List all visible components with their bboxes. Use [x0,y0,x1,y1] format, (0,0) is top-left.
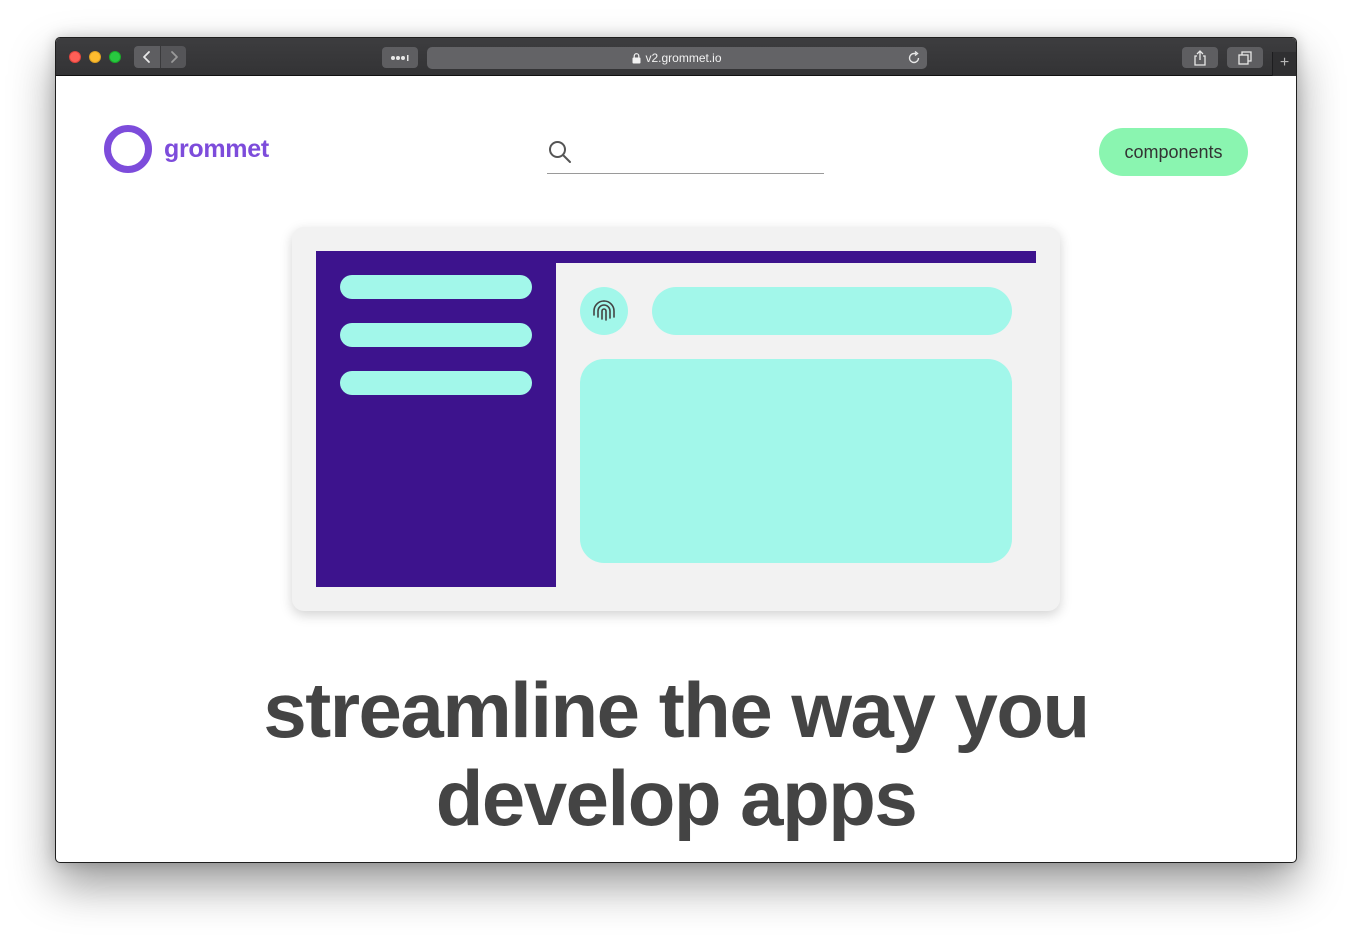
illustration-sidebar [316,251,556,587]
new-tab-button[interactable]: + [1272,52,1296,76]
history-nav [134,46,186,68]
plus-icon: + [1279,54,1290,71]
show-tabs-button[interactable] [1227,47,1263,68]
illustration-sidebar-item [340,323,532,347]
page-content: grommet components streamline the way yo… [56,77,1296,862]
hero-illustration [292,227,1060,611]
illustration-sidebar-item [340,275,532,299]
fingerprint-icon [593,300,615,321]
illustration-avatar [580,287,628,335]
illustration-sidebar-item [340,371,532,395]
illustration-content-box [580,359,1012,563]
search-input[interactable] [581,139,817,169]
reader-button[interactable] [382,47,418,68]
zoom-window-button[interactable] [109,51,121,63]
reload-icon[interactable] [907,51,921,65]
url-text: v2.grommet.io [645,51,722,65]
components-button[interactable]: components [1099,128,1248,176]
search-box[interactable] [547,137,824,174]
grommet-logo-icon [104,125,152,173]
search-icon [549,141,571,163]
address-bar[interactable]: v2.grommet.io [427,47,927,69]
reader-dots-icon [391,54,409,61]
headline-line-2: develop apps [435,754,918,842]
hero-headline: streamline the way you develop apps [56,666,1296,842]
minimize-window-button[interactable] [89,51,101,63]
illustration-header-bar [652,287,1012,335]
chevron-right-icon [170,51,178,63]
browser-toolbar: v2.grommet.io + [56,38,1296,76]
lock-icon [632,52,641,63]
headline-line-1: streamline the way you [263,666,1090,754]
forward-button[interactable] [160,46,186,68]
close-window-button[interactable] [69,51,81,63]
back-button[interactable] [134,46,160,68]
share-icon [1194,49,1206,66]
logo-text: grommet [164,134,269,163]
browser-window: v2.grommet.io + grommet components strea… [55,37,1297,863]
chevron-left-icon [143,51,150,63]
grommet-logo-link[interactable]: grommet [104,125,269,173]
tabs-icon [1238,50,1252,65]
share-button[interactable] [1182,47,1218,68]
